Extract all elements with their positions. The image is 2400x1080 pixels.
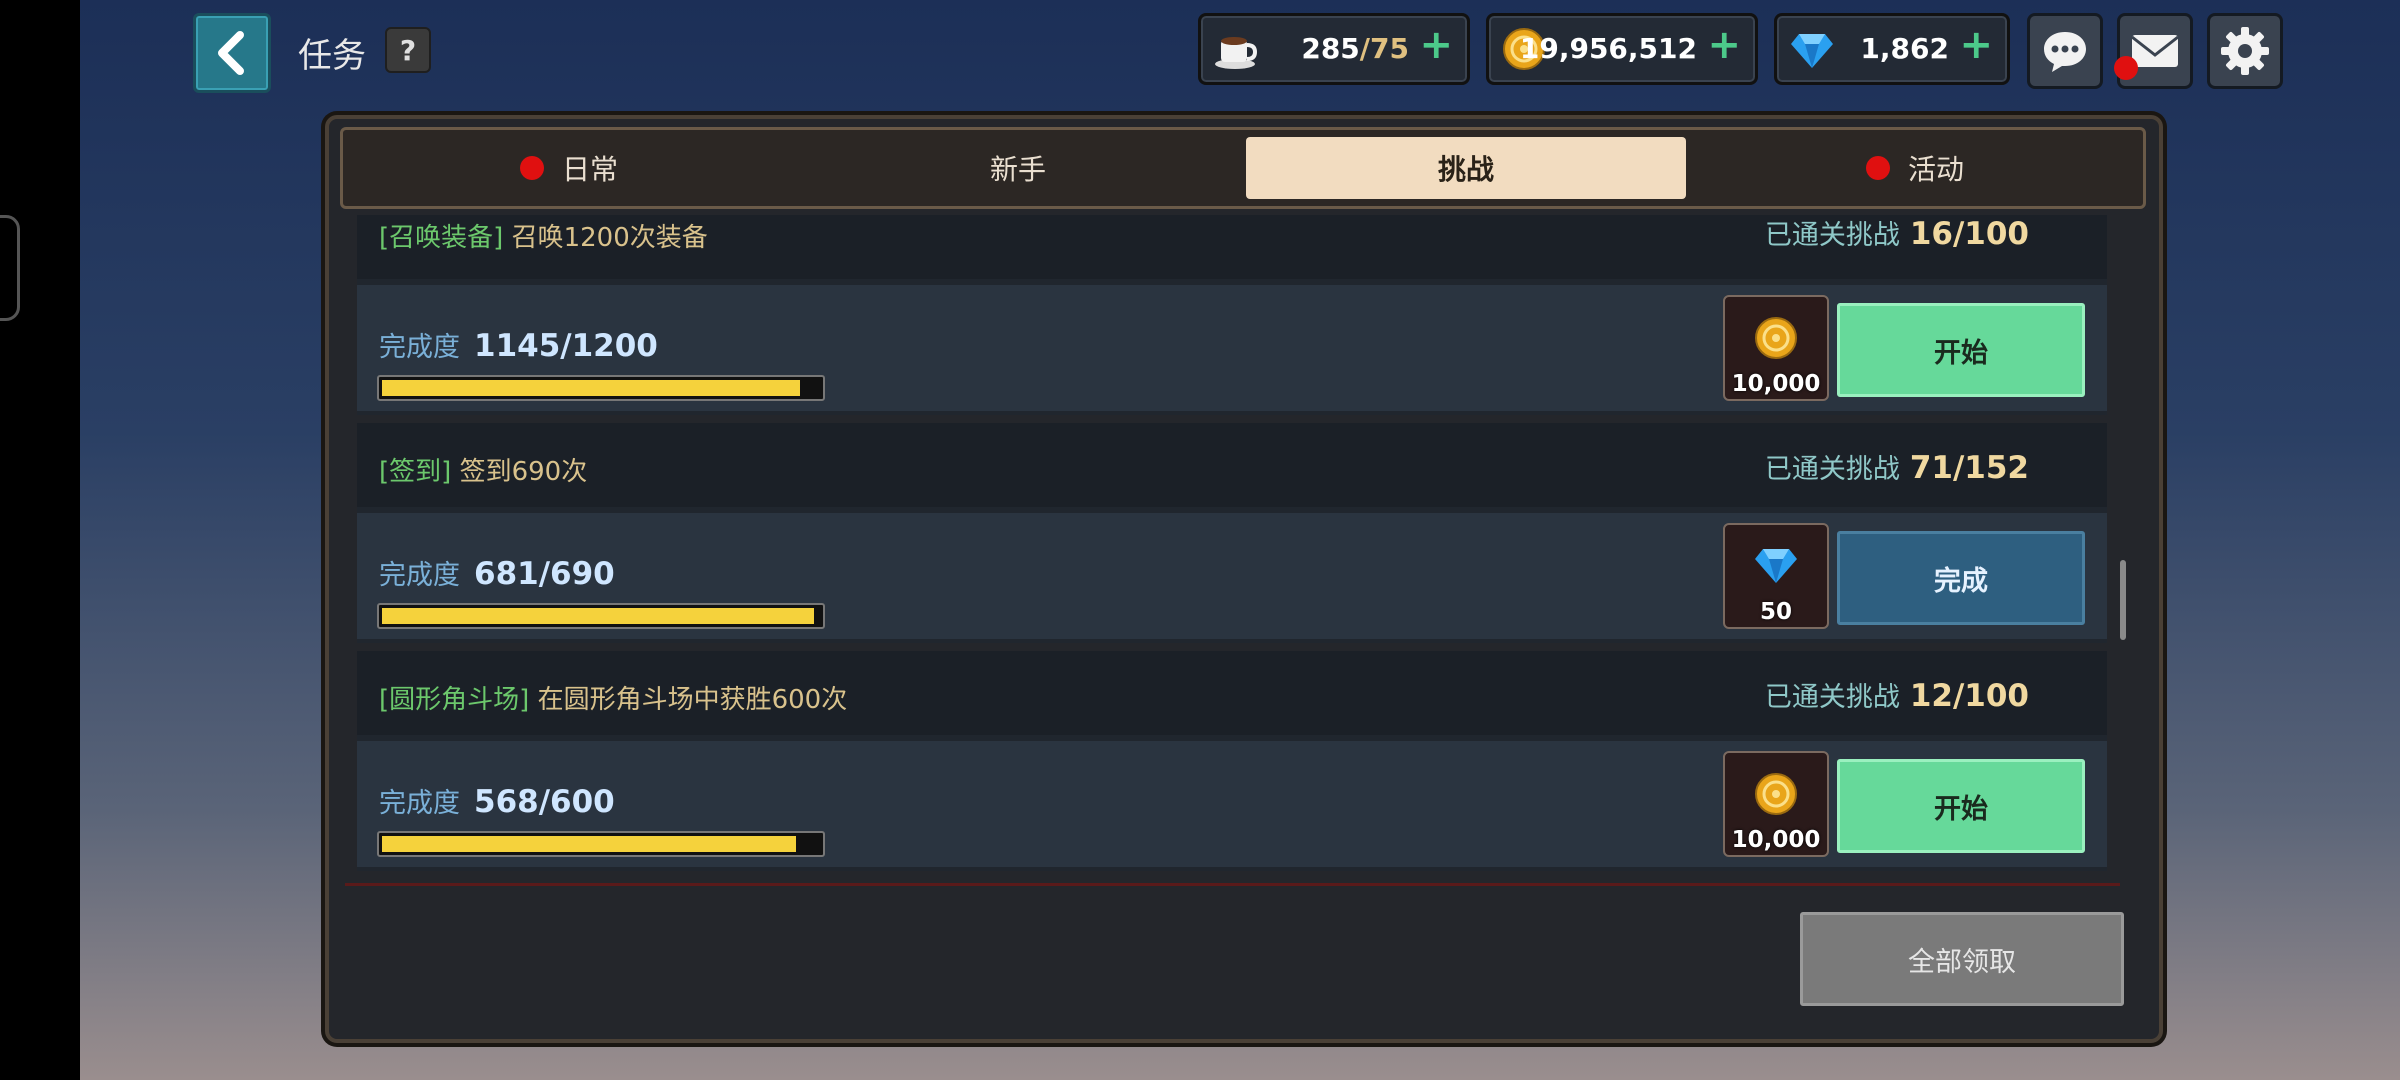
reward-amount: 50 — [1759, 599, 1792, 625]
quest-card: [召唤装备] 召唤1200次装备 已通关挑战 16/100 完成度 1145/120… — [357, 215, 2107, 415]
diamond-gem-icon — [1755, 549, 1797, 583]
tab-challenge[interactable]: 挑战 — [1246, 137, 1686, 199]
tab-daily-label: 日常 — [561, 153, 618, 186]
complete-button[interactable]: 完成 — [1837, 531, 2085, 625]
start-button[interactable]: 开始 — [1837, 303, 2085, 397]
quest-category: [签到] — [379, 457, 452, 487]
tab-newbie-label: 新手 — [989, 153, 1046, 186]
progress-fill — [382, 380, 800, 396]
gold-coin-icon — [1755, 773, 1797, 815]
cleared-count: 16/100 — [1909, 216, 2029, 252]
quest-body: 完成度 568/600 10,000 开始 — [357, 741, 2107, 867]
quest-header: [召唤装备] 召唤1200次装备 已通关挑战 16/100 — [357, 215, 2107, 279]
progress-bar — [377, 831, 825, 857]
gold-coin-icon — [1755, 317, 1797, 359]
reward-amount: 10,000 — [1731, 827, 1821, 853]
help-button[interactable]: ? — [385, 27, 431, 73]
gem-amount: 1,862 — [1860, 32, 1949, 65]
chevron-left-icon — [218, 31, 244, 75]
gold-amount: 19,956,512 — [1519, 32, 1697, 65]
device-notch — [0, 215, 20, 321]
progress-label: 完成度 — [379, 332, 460, 363]
quest-description: 召唤1200次装备 — [511, 223, 708, 253]
reward-amount: 10,000 — [1731, 371, 1821, 397]
add-gold-button[interactable]: + — [1707, 22, 1741, 68]
progress-label: 完成度 — [379, 560, 460, 591]
back-button[interactable] — [193, 13, 271, 93]
quest-header: [签到] 签到690次 已通关挑战 71/152 — [357, 423, 2107, 507]
progress-value: 681/690 — [474, 556, 615, 592]
tab-bar: 日常 新手 挑战 活动 — [340, 127, 2146, 209]
progress-fill — [382, 836, 797, 852]
tab-events-label: 活动 — [1907, 153, 1964, 186]
cleared-label: 已通关挑战 — [1764, 220, 1900, 251]
stamina-max: /75 — [1359, 32, 1409, 65]
quest-card: [圆形角斗场] 在圆形角斗场中获胜600次 已通关挑战 12/100 完成度 568… — [357, 651, 2107, 871]
reward-slot[interactable]: 10,000 — [1723, 751, 1829, 857]
chat-button[interactable] — [2027, 13, 2103, 89]
cleared-label: 已通关挑战 — [1764, 454, 1900, 485]
left-black-bar — [0, 0, 80, 1080]
stamina-current: 285 — [1301, 32, 1360, 65]
chat-bubble-icon — [2044, 32, 2086, 72]
cleared-label: 已通关挑战 — [1764, 682, 1900, 713]
tab-challenge-label: 挑战 — [1437, 153, 1494, 186]
progress-label: 完成度 — [379, 788, 460, 819]
page-title: 任务 — [298, 36, 366, 76]
tab-events-badge — [1865, 156, 1890, 180]
quest-header: [圆形角斗场] 在圆形角斗场中获胜600次 已通关挑战 12/100 — [357, 651, 2107, 735]
start-button[interactable]: 开始 — [1837, 759, 2085, 853]
cleared-count: 12/100 — [1909, 678, 2029, 714]
progress-value: 1145/1200 — [474, 328, 658, 364]
quest-card: [签到] 签到690次 已通关挑战 71/152 完成度 681/690 50 完成 — [357, 423, 2107, 643]
quest-body: 完成度 1145/1200 10,000 开始 — [357, 285, 2107, 411]
quest-description: 在圆形角斗场中获胜600次 — [537, 685, 848, 715]
coffee-cup-icon — [1215, 37, 1258, 69]
gear-icon — [2221, 27, 2269, 75]
add-gems-button[interactable]: + — [1959, 22, 1993, 68]
add-stamina-button[interactable]: + — [1419, 22, 1453, 68]
progress-fill — [382, 608, 815, 624]
quest-list[interactable]: [召唤装备] 召唤1200次装备 已通关挑战 16/100 完成度 1145/120… — [345, 215, 2120, 886]
quest-category: [召唤装备] — [379, 223, 504, 253]
stamina-counter: 285/75 + — [1198, 13, 1470, 85]
progress-value: 568/600 — [474, 784, 615, 820]
gem-counter: 1,862 + — [1774, 13, 2010, 85]
quest-category: [圆形角斗场] — [379, 685, 530, 715]
progress-bar — [377, 375, 825, 401]
progress-bar — [377, 603, 825, 629]
cleared-count: 71/152 — [1909, 450, 2029, 486]
tab-events[interactable]: 活动 — [1695, 137, 2135, 199]
mail-notification-dot — [2114, 56, 2138, 80]
reward-slot[interactable]: 10,000 — [1723, 295, 1829, 401]
reward-slot[interactable]: 50 — [1723, 523, 1829, 629]
settings-button[interactable] — [2207, 13, 2283, 89]
claim-all-button[interactable]: 全部领取 — [1800, 912, 2124, 1006]
tab-daily-badge — [519, 156, 544, 180]
quest-description: 签到690次 — [459, 457, 588, 487]
tab-newbie[interactable]: 新手 — [798, 137, 1238, 199]
quest-body: 完成度 681/690 50 完成 — [357, 513, 2107, 639]
gold-counter: 19,956,512 + — [1486, 13, 1758, 85]
tab-daily[interactable]: 日常 — [349, 137, 789, 199]
scrollbar[interactable] — [2120, 560, 2126, 640]
diamond-gem-icon — [1791, 34, 1833, 68]
